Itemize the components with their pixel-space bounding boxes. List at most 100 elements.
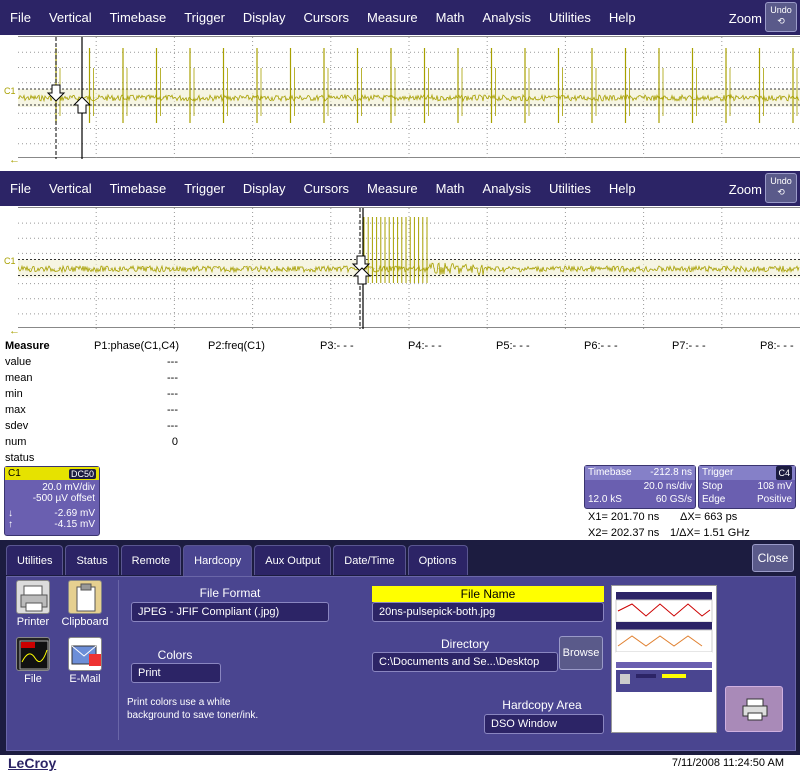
cursor-x1: X1= 201.70 ns	[588, 511, 660, 523]
row-max: max	[5, 404, 26, 416]
channel-header: C1 DC50	[5, 467, 99, 480]
tab-options[interactable]: Options	[407, 545, 468, 575]
zoom-label[interactable]: Zoom	[729, 11, 762, 26]
waveform-grid-bottom[interactable]	[18, 207, 800, 329]
ground-marker-bottom: ←	[9, 325, 20, 337]
trigger-row2: Edge Positive	[699, 493, 795, 506]
timebase-row2: 12.0 kS 60 GS/s	[585, 493, 695, 506]
arrow-down-icon: ↓	[8, 508, 13, 519]
menu-help[interactable]: Help	[599, 171, 644, 206]
channel-vdiv: 20.0 mV/div	[42, 482, 95, 493]
menu-utilities[interactable]: Utilities	[539, 0, 599, 35]
param-p5[interactable]: P5:- - -	[496, 340, 530, 352]
clipboard-label: Clipboard	[61, 616, 109, 628]
file-format-label: File Format	[199, 586, 261, 600]
file-device-button[interactable]: File	[8, 637, 58, 685]
menu-trigger[interactable]: Trigger	[174, 0, 233, 35]
waveform-top-svg	[18, 37, 800, 159]
timebase-descriptor[interactable]: Timebase -212.8 ns 20.0 ns/div 12.0 kS 60 …	[584, 465, 696, 509]
p1-mean: ---	[167, 372, 178, 384]
email-icon	[68, 637, 102, 671]
trigger-source: C4	[776, 466, 792, 480]
cursor-down-row: ↓ -2.69 mV	[5, 508, 99, 519]
menu-math[interactable]: Math	[426, 171, 473, 206]
hardcopy-preview	[611, 585, 717, 733]
p1-min: ---	[167, 388, 178, 400]
tab-hardcopy[interactable]: Hardcopy	[183, 545, 253, 578]
cursor-dx: ΔX= 663 ps	[680, 511, 738, 523]
param-p1[interactable]: P1:phase(C1,C4)	[94, 340, 179, 352]
ground-marker-top: ←	[9, 154, 20, 166]
footer: LeCroy 7/11/2008 11:24:50 AM	[0, 755, 800, 774]
directory-input[interactable]: C:\Documents and Se...\Desktop	[372, 652, 558, 672]
undo-button-2[interactable]: Undo ⟲	[765, 173, 797, 203]
menu-vertical[interactable]: Vertical	[39, 171, 100, 206]
p1-sdev: ---	[167, 420, 178, 432]
menu-trigger[interactable]: Trigger	[174, 171, 233, 206]
trigger-mode: Stop	[702, 481, 723, 492]
param-p8[interactable]: P8:- - -	[760, 340, 794, 352]
tab-status[interactable]: Status	[65, 545, 119, 575]
file-name-input[interactable]: 20ns-pulsepick-both.jpg	[372, 602, 604, 622]
file-label: File	[24, 673, 42, 685]
menu-measure[interactable]: Measure	[357, 0, 426, 35]
undo-label-2: Undo	[770, 176, 792, 186]
waveform-grid-top[interactable]	[18, 36, 800, 159]
row-min: min	[5, 388, 23, 400]
close-button[interactable]: Close	[752, 544, 794, 572]
menu-analysis[interactable]: Analysis	[473, 0, 539, 35]
cursor-up-value: -4.15 mV	[54, 519, 95, 530]
trigger-title: Trigger	[702, 467, 734, 478]
print-button[interactable]	[725, 686, 783, 732]
timebase-rate: 60 GS/s	[655, 494, 692, 505]
file-format-select[interactable]: JPEG - JFIF Compliant (.jpg)	[131, 602, 329, 622]
param-p2[interactable]: P2:freq(C1)	[208, 340, 265, 352]
channel-descriptor-c1[interactable]: C1 DC50 20.0 mV/div -500 µV offset ↓ -2.6…	[4, 466, 100, 536]
printer-icon	[16, 580, 50, 614]
trigger-descriptor[interactable]: Trigger C4 Stop 108 mV Edge Positive	[698, 465, 796, 509]
row-value: value	[5, 356, 32, 368]
clipboard-icon	[68, 580, 102, 614]
tab-remote[interactable]: Remote	[120, 545, 182, 575]
trigger-row1: Stop 108 mV	[699, 480, 795, 493]
menu-timebase[interactable]: Timebase	[100, 171, 175, 206]
p1-num: 0	[171, 436, 178, 448]
colors-select[interactable]: Print	[131, 663, 221, 683]
channel-name: C1	[8, 468, 21, 479]
param-p4[interactable]: P4:- - -	[408, 340, 442, 352]
menu-file[interactable]: File	[0, 171, 39, 206]
menubar-top: File Vertical Timebase Trigger Display Cursor…	[0, 0, 800, 35]
param-p7[interactable]: P7:- - -	[672, 340, 706, 352]
menu-analysis[interactable]: Analysis	[473, 171, 539, 206]
param-p6[interactable]: P6:- - -	[584, 340, 618, 352]
menu-cursors[interactable]: Cursors	[294, 171, 358, 206]
timebase-delay: -212.8 ns	[650, 467, 692, 478]
browse-button[interactable]: Browse	[559, 636, 603, 670]
param-p3[interactable]: P3:- - -	[320, 340, 354, 352]
dialog-tabs: Utilities Status Remote Hardcopy Aux Output D…	[6, 545, 470, 578]
lecroy-logo: LeCroy	[8, 755, 57, 771]
menu-display[interactable]: Display	[233, 171, 294, 206]
menu-measure[interactable]: Measure	[357, 171, 426, 206]
tab-utilities[interactable]: Utilities	[6, 545, 64, 575]
tab-aux-output[interactable]: Aux Output	[254, 545, 332, 575]
menu-display[interactable]: Display	[233, 0, 294, 35]
vertical-divider	[118, 580, 119, 740]
menu-file[interactable]: File	[0, 0, 39, 35]
menu-vertical[interactable]: Vertical	[39, 0, 100, 35]
hardcopy-area-select[interactable]: DSO Window	[484, 714, 604, 734]
undo-button[interactable]: Undo ⟲	[765, 2, 797, 32]
menu-cursors[interactable]: Cursors	[294, 0, 358, 35]
trigger-level: 108 mV	[757, 481, 792, 492]
menubar-bottom: File Vertical Timebase Trigger Display Cursor…	[0, 171, 800, 206]
email-device-button[interactable]: E-Mail	[60, 637, 110, 685]
timebase-tdiv: 20.0 ns/div	[643, 481, 692, 492]
menu-timebase[interactable]: Timebase	[100, 0, 175, 35]
menu-math[interactable]: Math	[426, 0, 473, 35]
tab-date-time[interactable]: Date/Time	[333, 545, 406, 575]
menu-help[interactable]: Help	[599, 0, 644, 35]
zoom-label-2[interactable]: Zoom	[729, 182, 762, 197]
menu-utilities[interactable]: Utilities	[539, 171, 599, 206]
clipboard-device-button[interactable]: Clipboard	[60, 580, 110, 628]
printer-device-button[interactable]: Printer	[8, 580, 58, 628]
